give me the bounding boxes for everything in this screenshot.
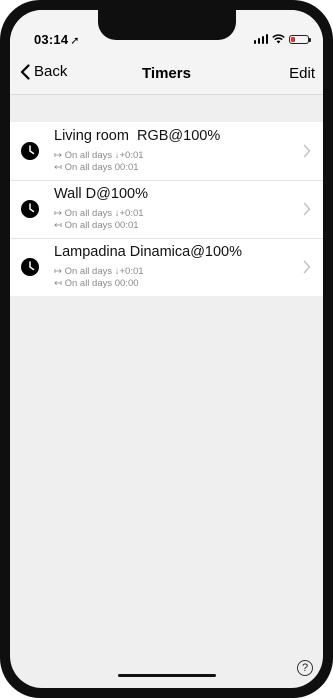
notch xyxy=(98,10,236,40)
timer-off-schedule: ↤ On all days 00:00 xyxy=(54,278,139,289)
timer-list: Living room RGB@100% ↦ On all days ↓+0:0… xyxy=(10,122,323,296)
status-icons xyxy=(253,32,311,46)
chevron-right-icon xyxy=(303,260,311,274)
page-title: Timers xyxy=(142,65,191,82)
signal-icon xyxy=(253,34,268,44)
timer-row-wall-d[interactable]: Wall D@100% ↦ On all days ↓+0:01 ↤ On al… xyxy=(10,180,323,238)
timer-name: Wall D@100% xyxy=(54,186,148,202)
timer-name: Lampadina Dinamica@100% xyxy=(54,244,243,260)
timer-on-schedule: ↦ On all days ↓+0:01 xyxy=(54,150,144,161)
help-button[interactable]: ? xyxy=(297,660,313,676)
timer-on-schedule: ↦ On all days ↓+0:01 xyxy=(54,208,144,219)
home-indicator[interactable] xyxy=(118,674,216,677)
status-time-text: 03:14 xyxy=(34,32,69,47)
chevron-right-icon xyxy=(303,202,311,216)
timer-off-schedule: ↤ On all days 00:01 xyxy=(54,220,139,231)
battery-icon xyxy=(289,34,311,44)
wifi-icon xyxy=(272,34,285,44)
navigation-bar: Back Timers Edit xyxy=(10,54,323,95)
device: 03:14 ➚ Back Timers Edit Living room RGB… xyxy=(0,0,333,698)
timer-row-living-room[interactable]: Living room RGB@100% ↦ On all days ↓+0:0… xyxy=(10,122,323,180)
clock-icon xyxy=(21,258,39,276)
timer-name: Living room RGB@100% xyxy=(54,128,221,144)
edit-button[interactable]: Edit xyxy=(289,65,315,82)
timer-on-schedule: ↦ On all days ↓+0:01 xyxy=(54,266,144,277)
clock-icon xyxy=(21,200,39,218)
timer-row-lampadina[interactable]: Lampadina Dinamica@100% ↦ On all days ↓+… xyxy=(10,238,323,296)
chevron-right-icon xyxy=(303,144,311,158)
timer-off-schedule: ↤ On all days 00:01 xyxy=(54,162,139,173)
screen: 03:14 ➚ Back Timers Edit Living room RGB… xyxy=(10,10,323,688)
status-time: 03:14 ➚ xyxy=(34,32,80,47)
clock-icon xyxy=(21,142,39,160)
location-arrow-icon: ➚ xyxy=(70,35,80,47)
